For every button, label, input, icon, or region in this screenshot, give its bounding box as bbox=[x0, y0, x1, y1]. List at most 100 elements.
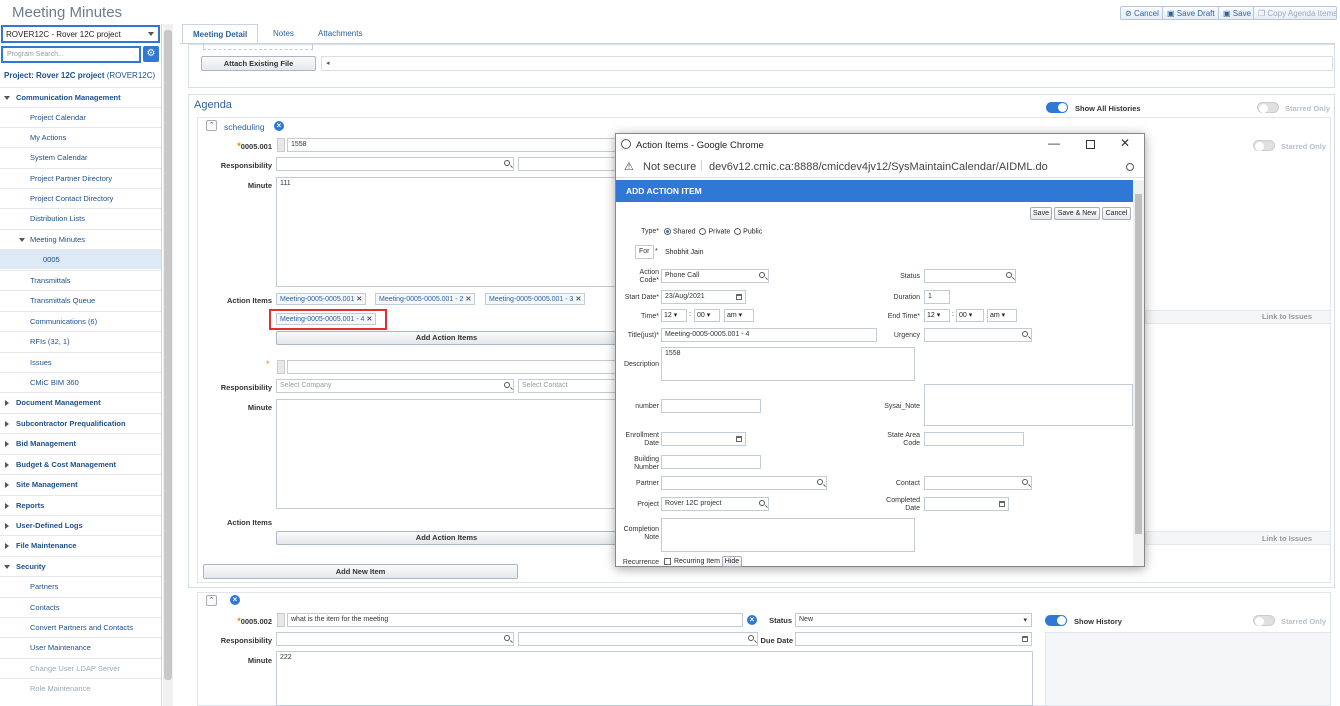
sidebar-item-user-defined-logs[interactable]: User-Defined Logs bbox=[0, 515, 161, 535]
popup-save-button[interactable]: Save bbox=[1030, 207, 1052, 220]
collapse-icon[interactable]: ⌃ bbox=[206, 595, 217, 606]
sidebar-item-rfis[interactable]: RFIs (32, 1) bbox=[0, 331, 161, 351]
project-selector[interactable]: ROVER12C - Rover 12C project bbox=[1, 25, 160, 43]
remove-group-icon[interactable]: × bbox=[274, 121, 284, 131]
sidebar-item-issues[interactable]: Issues bbox=[0, 352, 161, 372]
sidebar-item-change-ldap[interactable]: Change User LDAP Server bbox=[0, 658, 161, 678]
close-icon[interactable]: ✕ bbox=[356, 296, 362, 303]
hide-button[interactable]: Hide bbox=[722, 556, 742, 567]
item1-minute-textarea[interactable]: 111 bbox=[276, 177, 617, 287]
cancel-button[interactable]: ⊘ Cancel bbox=[1120, 6, 1164, 20]
completed-date-input[interactable] bbox=[924, 497, 1009, 511]
popup-cancel-button[interactable]: Cancel bbox=[1102, 207, 1131, 220]
attach-existing-file-button[interactable]: Attach Existing File bbox=[201, 56, 316, 71]
attachments-scroll[interactable]: ◂ bbox=[321, 56, 1333, 71]
popup-address-bar[interactable]: ⚠ Not secure | dev6v12.cmic.ca:8888/cmic… bbox=[616, 156, 1144, 178]
show-all-histories-toggle[interactable] bbox=[1046, 102, 1068, 113]
sidebar-scrollbar-thumb[interactable] bbox=[164, 30, 172, 680]
sidebar-item-user-maintenance[interactable]: User Maintenance bbox=[0, 637, 161, 657]
save-draft-button[interactable]: ▣ Save Draft bbox=[1162, 6, 1220, 20]
close-icon[interactable]: ✕ bbox=[1120, 136, 1130, 150]
radio-private[interactable] bbox=[699, 228, 707, 235]
item1-add-action-items-button[interactable]: Add Action Items bbox=[276, 331, 617, 345]
sidebar-item-communications[interactable]: Communications (6) bbox=[0, 311, 161, 331]
time-hour-select[interactable]: 12 ▾ bbox=[661, 309, 687, 322]
drop-zone[interactable] bbox=[203, 44, 313, 50]
sidebar-item-partner-directory[interactable]: Project Partner Directory bbox=[0, 168, 161, 188]
sidebar-item-reports[interactable]: Reports bbox=[0, 495, 161, 515]
action-code-input[interactable]: Phone Call bbox=[661, 269, 769, 283]
program-search-input[interactable]: Program Search... bbox=[1, 46, 141, 63]
building-number-input[interactable] bbox=[661, 455, 761, 469]
sidebar-item-contacts[interactable]: Contacts bbox=[0, 597, 161, 617]
sidebar-item-partners[interactable]: Partners bbox=[0, 576, 161, 596]
item1-title-input[interactable]: 1558 bbox=[287, 138, 617, 152]
new-item-company-select[interactable]: Select Company bbox=[276, 379, 514, 393]
item1-contact-select[interactable] bbox=[518, 157, 617, 171]
radio-shared[interactable] bbox=[664, 228, 671, 235]
sidebar-item-project-calendar[interactable]: Project Calendar bbox=[0, 107, 161, 127]
collapse-icon[interactable]: ⌃ bbox=[206, 120, 217, 131]
sidebar-item-security[interactable]: Security bbox=[0, 556, 161, 576]
time-ampm-select[interactable]: am ▾ bbox=[724, 309, 754, 322]
sidebar-item-system-calendar[interactable]: System Calendar bbox=[0, 147, 161, 167]
sidebar-item-cmic-bim[interactable]: CMiC BIM 360 bbox=[0, 372, 161, 392]
zoom-icon[interactable] bbox=[1126, 163, 1134, 171]
state-area-code-input[interactable] bbox=[924, 432, 1024, 446]
tab-meeting-detail[interactable]: Meeting Detail bbox=[182, 24, 259, 43]
tab-attachments[interactable]: Attachments bbox=[308, 24, 372, 43]
item2-starred-only-toggle[interactable] bbox=[1253, 615, 1275, 626]
gear-icon[interactable]: ⚙ bbox=[143, 46, 159, 62]
remove-group-icon[interactable]: × bbox=[230, 595, 240, 605]
sidebar-item-my-actions[interactable]: My Actions bbox=[0, 127, 161, 147]
item2-contact-select[interactable] bbox=[518, 632, 758, 646]
contact-input[interactable] bbox=[924, 476, 1032, 490]
new-item-title-input[interactable] bbox=[287, 360, 617, 374]
action-item-chip[interactable]: Meeting-0005-0005.001 ✕ bbox=[276, 293, 367, 305]
completion-note-textarea[interactable] bbox=[661, 518, 915, 552]
item2-status-select[interactable]: New ▾ bbox=[795, 613, 1032, 627]
sidebar-item-communication-management[interactable]: Communication Management bbox=[0, 87, 161, 107]
sidebar-item-contact-directory[interactable]: Project Contact Directory bbox=[0, 188, 161, 208]
action-item-chip[interactable]: Meeting-0005-0005.001 - 2 ✕ bbox=[375, 293, 476, 305]
tab-notes[interactable]: Notes bbox=[263, 24, 304, 43]
new-item-minute-textarea[interactable] bbox=[276, 399, 617, 509]
end-minute-select[interactable]: 00 ▾ bbox=[956, 309, 984, 322]
minimize-icon[interactable]: — bbox=[1048, 136, 1060, 150]
end-ampm-select[interactable]: am ▾ bbox=[987, 309, 1017, 322]
item1-starred-only-toggle[interactable] bbox=[1253, 140, 1275, 151]
show-history-toggle[interactable] bbox=[1045, 615, 1067, 626]
sidebar-item-role-maintenance[interactable]: Role Maintenance bbox=[0, 678, 161, 698]
sidebar-item-meeting-minutes[interactable]: Meeting Minutes bbox=[0, 229, 161, 249]
sidebar-item-subcontractor-prequalification[interactable]: Subcontractor Prequalification bbox=[0, 413, 161, 433]
sidebar-item-convert-partners[interactable]: Convert Partners and Contacts bbox=[0, 617, 161, 637]
urgency-input[interactable] bbox=[924, 328, 1032, 342]
item2-company-select[interactable] bbox=[276, 632, 514, 646]
end-hour-select[interactable]: 12 ▾ bbox=[924, 309, 950, 322]
sidebar-item-distribution-lists[interactable]: Distribution Lists bbox=[0, 208, 161, 228]
drag-handle-icon[interactable] bbox=[277, 360, 285, 374]
sidebar-item-document-management[interactable]: Document Management bbox=[0, 392, 161, 412]
status-input[interactable] bbox=[924, 269, 1016, 283]
item2-minute-textarea[interactable]: 222 bbox=[276, 651, 1033, 706]
item2-due-date-input[interactable] bbox=[795, 632, 1032, 646]
sidebar-item-budget-cost[interactable]: Budget & Cost Management bbox=[0, 454, 161, 474]
popup-save-new-button[interactable]: Save & New bbox=[1054, 207, 1100, 220]
sidebar-item-transmittals-queue[interactable]: Transmittals Queue bbox=[0, 290, 161, 310]
sidebar-item-0005[interactable]: 0005 bbox=[0, 249, 161, 269]
close-icon[interactable]: ✕ bbox=[465, 296, 471, 303]
close-icon[interactable]: ✕ bbox=[575, 296, 581, 303]
close-icon[interactable]: ✕ bbox=[366, 316, 372, 323]
link-to-issues-button[interactable]: Link to Issues bbox=[1262, 312, 1312, 321]
starred-only-toggle[interactable] bbox=[1257, 102, 1279, 113]
duration-input[interactable]: 1 bbox=[924, 290, 950, 304]
popup-scrollbar-thumb[interactable] bbox=[1135, 194, 1142, 534]
title-input[interactable]: Meeting-0005-0005.001 - 4 bbox=[661, 328, 877, 342]
new-item-contact-select[interactable]: Select Contact bbox=[518, 379, 617, 393]
enrollment-date-input[interactable] bbox=[661, 432, 746, 446]
radio-public[interactable] bbox=[734, 228, 742, 235]
item1-company-select[interactable] bbox=[276, 157, 514, 171]
action-item-chip[interactable]: Meeting-0005-0005.001 - 4 ✕ bbox=[276, 313, 377, 325]
drag-handle-icon[interactable] bbox=[277, 613, 285, 627]
clear-icon[interactable]: × bbox=[747, 615, 757, 625]
